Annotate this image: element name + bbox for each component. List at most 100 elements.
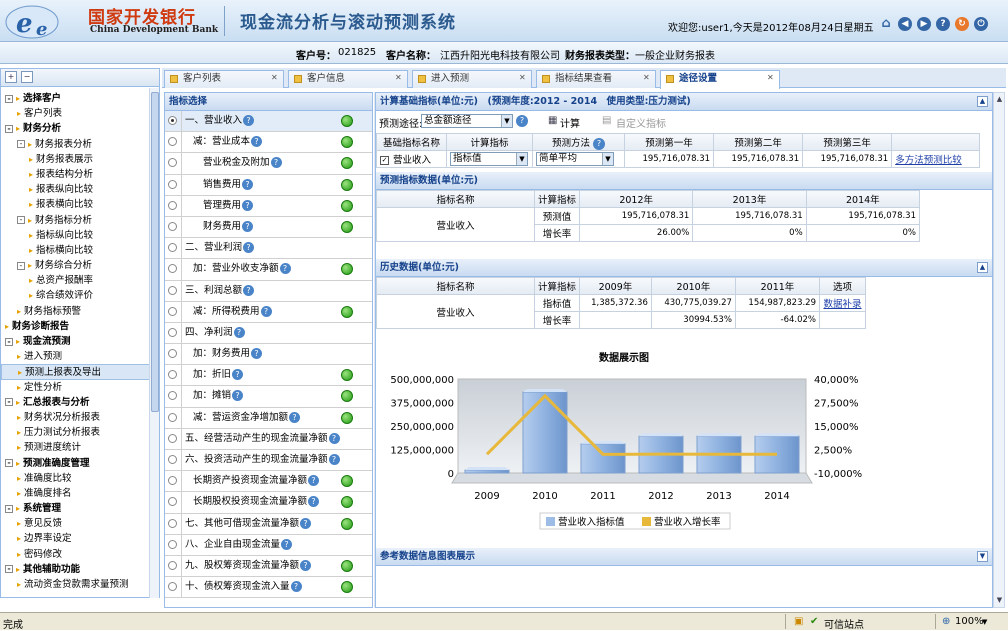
collapse-icon[interactable]: ▲ [977,262,988,273]
indicator-row[interactable]: 减：营业成本? [165,132,372,154]
refresh-icon[interactable]: ↻ [955,17,969,31]
sidebar-item[interactable]: ▸ 准确度比较 [1,471,159,486]
tree-toggle-icon[interactable]: - [5,94,13,103]
sidebar-item[interactable]: ▸ 流动资金贷款需求量预测 [1,577,159,592]
radio-button[interactable] [168,560,177,570]
sidebar-item[interactable]: - ▸ 财务报表分析 [1,137,159,152]
indicator-row[interactable]: 二、营业利润? [165,238,372,260]
help-icon[interactable]: ? [290,581,302,593]
tab[interactable]: 客户信息 ✕ [288,70,408,88]
scroll-down-icon[interactable]: ▼ [995,596,1004,605]
help-icon[interactable]: ? [279,263,291,275]
radio-button[interactable] [168,158,177,168]
help-icon[interactable]: ? [243,284,255,296]
help-icon[interactable]: ? [243,115,255,126]
help-icon[interactable]: ? [281,538,293,550]
sidebar-item[interactable]: - ▸ 财务分析 [1,121,159,136]
close-icon[interactable]: ✕ [271,74,279,82]
indicator-row[interactable]: 六、投资活动产生的现金流量净额? [165,450,372,472]
sidebar-item[interactable]: ▸ 财务状况分析报表 [1,410,159,425]
forward-icon[interactable]: ▶ [917,17,931,31]
indicator-row[interactable]: 三、利润总额? [165,280,372,302]
sidebar-item[interactable]: ▸ 指标纵向比较 [1,228,159,243]
calc-indicator-select[interactable]: 指标值 ▼ [450,152,528,166]
sidebar-item[interactable]: ▸ 预测进度统计 [1,440,159,455]
checkbox[interactable]: ✓ [380,156,389,165]
tree-toggle-icon[interactable]: - [5,124,13,133]
close-icon[interactable]: ✕ [643,74,651,82]
help-icon[interactable]: ? [300,559,312,571]
power-icon[interactable]: ⏻ [974,17,988,31]
indicator-row[interactable]: 八、企业自由现金流量? [165,534,372,556]
tab[interactable]: 指标结果查看 ✕ [536,70,656,88]
help-icon[interactable]: ? [242,199,254,211]
tree-toggle-icon[interactable]: - [5,337,13,346]
collapse-all-icon[interactable]: − [21,71,33,83]
help-icon[interactable]: ? [328,454,340,465]
indicator-row[interactable]: 加：营业外收支净额? [165,259,372,281]
sidebar-scrollbar[interactable] [149,88,159,598]
indicator-row[interactable]: 营业税金及附加? [165,153,372,175]
custom-indicator-button[interactable]: 自定义指标 [616,115,666,130]
sidebar-item[interactable]: - ▸ 选择客户 [1,91,159,106]
sidebar-item[interactable]: - ▸ 系统管理 [1,501,159,516]
help-icon[interactable]: ? [270,157,282,169]
chevron-down-icon[interactable]: ▼ [982,618,987,626]
radio-button[interactable] [168,221,177,231]
tree-toggle-icon[interactable]: - [17,140,25,149]
indicator-row[interactable]: 加：摊销? [165,386,372,408]
radio-button[interactable] [168,137,177,147]
tree-toggle-icon[interactable]: - [5,504,13,513]
tree-toggle-icon[interactable]: - [5,459,13,467]
radio-button[interactable] [168,455,177,464]
tree-toggle-icon[interactable]: - [5,565,13,574]
help-icon[interactable]: ? [328,432,340,444]
expand-icon[interactable]: ▼ [977,551,988,562]
radio-button[interactable] [168,349,177,359]
radio-button[interactable] [168,391,177,401]
tree-toggle-icon[interactable]: - [17,216,25,224]
sidebar-item[interactable]: ▸ 密码修改 [1,547,159,562]
close-icon[interactable]: ✕ [395,74,403,82]
sidebar-item[interactable]: - ▸ 财务综合分析 [1,258,159,273]
indicator-row[interactable]: 管理费用? [165,195,372,217]
sidebar-item[interactable]: ▸ 报表纵向比较 [1,182,159,197]
collapse-icon[interactable]: ▲ [977,96,988,107]
tab[interactable]: 客户列表 ✕ [164,70,284,88]
path-select[interactable]: 总金额途径 ▼ [421,114,513,128]
radio-button[interactable] [168,116,177,125]
sidebar-item[interactable]: ▸ 预测上报表及导出 [1,364,159,380]
tab[interactable]: 进入预测 ✕ [412,70,532,88]
sidebar-item[interactable]: ▸ 准确度排名 [1,486,159,501]
indicator-row[interactable]: 销售费用? [165,174,372,196]
help-icon[interactable]: ? [260,305,272,317]
radio-button[interactable] [168,327,177,337]
calc-button[interactable]: 计算 [560,115,580,130]
sidebar-item[interactable]: ▸ 指标横向比较 [1,243,159,258]
help-icon[interactable]: ? [300,517,312,529]
sidebar-item[interactable]: - ▸ 汇总报表与分析 [1,395,159,410]
sidebar-item[interactable]: ▸ 综合绩效评价 [1,288,159,303]
help-icon[interactable]: ? [289,411,301,423]
home-icon[interactable]: ⌂ [879,17,893,31]
close-icon[interactable]: ✕ [519,74,527,82]
sidebar-item[interactable]: ▸ 总资产报酬率 [1,273,159,288]
sidebar-item[interactable]: ▸ 财务报表展示 [1,152,159,167]
back-icon[interactable]: ◀ [898,17,912,31]
help-icon[interactable]: ? [232,390,244,402]
tree-toggle-icon[interactable]: - [17,261,25,270]
sidebar-item[interactable]: ▸ 意见反馈 [1,516,159,531]
indicator-row[interactable]: 四、净利润? [165,322,372,345]
radio-button[interactable] [168,412,177,422]
indicator-row[interactable]: 长期资产投资现金流量净额? [165,471,372,493]
radio-button[interactable] [168,285,177,295]
sidebar-item[interactable]: ▸ 财务诊断报告 [1,319,159,334]
indicator-row[interactable]: 加：折旧? [165,365,372,387]
sidebar-item[interactable]: ▸ 压力测试分析报表 [1,425,159,440]
sidebar-item[interactable]: ▸ 客户列表 [1,106,159,121]
sidebar-item[interactable]: ▸ 定性分析 [1,380,159,395]
content-scrollbar[interactable]: ▲ ▼ [993,92,1005,608]
multi-method-compare-link[interactable]: 多方法预测比较 [891,150,980,168]
help-icon[interactable]: ? [242,220,254,232]
indicator-row[interactable]: 减：所得税费用? [165,301,372,323]
